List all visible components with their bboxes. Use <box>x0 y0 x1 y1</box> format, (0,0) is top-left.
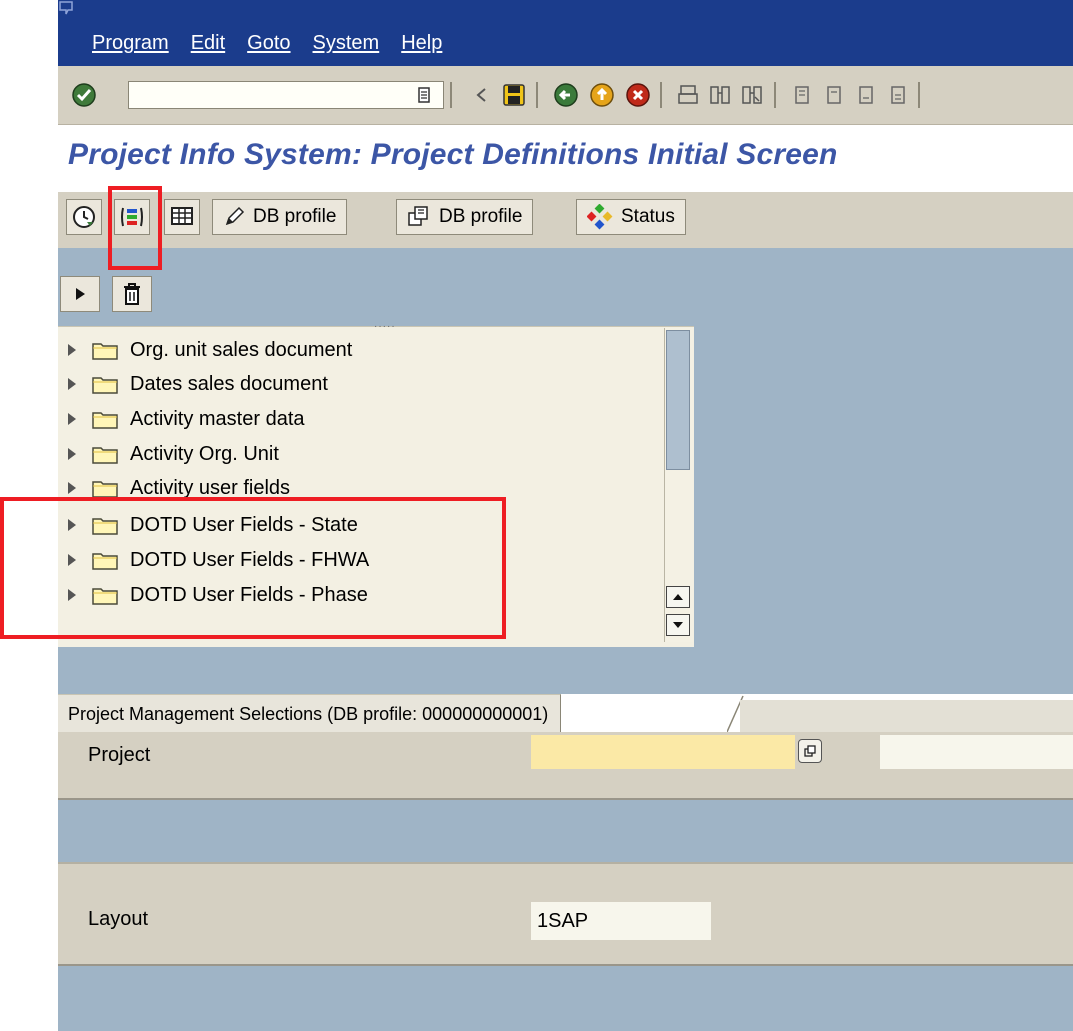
execute-clock-icon <box>73 206 95 228</box>
layout-input[interactable]: 1SAP <box>531 902 711 940</box>
execute-button[interactable] <box>66 199 102 235</box>
selections-tab[interactable]: Project Management Selections (DB profil… <box>58 694 562 733</box>
command-field[interactable] <box>128 81 444 109</box>
scroll-up-icon <box>673 594 683 600</box>
expand-node-icon[interactable] <box>68 378 76 390</box>
print-icon[interactable] <box>674 81 702 109</box>
tree-node-label: Activity master data <box>130 407 305 430</box>
project-label: Project <box>88 744 151 766</box>
previous-page-icon[interactable] <box>820 81 848 109</box>
save-icon[interactable] <box>500 81 528 109</box>
cancel-icon[interactable] <box>624 81 652 109</box>
expand-node-icon[interactable] <box>68 448 76 460</box>
toolbar-separator <box>774 82 776 108</box>
menu-bar: Program Edit Goto System Help <box>58 0 1073 66</box>
resize-handle[interactable]: ····· <box>374 321 396 332</box>
tree-node-label: Org. unit sales document <box>130 338 353 361</box>
standard-toolbar <box>58 66 1073 125</box>
project-input[interactable] <box>531 735 795 769</box>
folder-icon <box>92 412 118 429</box>
back-icon[interactable] <box>552 81 580 109</box>
project-to-input[interactable] <box>880 735 1073 769</box>
menu-system[interactable]: System <box>313 32 380 55</box>
trash-icon <box>124 283 140 305</box>
field-selection-button[interactable] <box>164 199 200 235</box>
selections-header-fill <box>740 700 1073 732</box>
toolbar-separator <box>450 82 452 108</box>
menu-help[interactable]: Help <box>401 32 442 55</box>
back-arrow-icon[interactable] <box>468 81 496 109</box>
enter-check-icon[interactable] <box>70 81 98 109</box>
expand-button[interactable] <box>60 276 100 312</box>
folder-icon <box>92 447 118 464</box>
expand-node-icon[interactable] <box>68 413 76 425</box>
scroll-up-button[interactable] <box>666 586 690 608</box>
folder-icon <box>92 481 118 498</box>
first-page-icon[interactable] <box>788 81 816 109</box>
tree-node[interactable]: Dates sales document <box>68 367 328 401</box>
folder-icon <box>92 343 118 360</box>
layout-label: Layout <box>88 908 149 930</box>
change-db-profile-button[interactable]: DB profile <box>212 199 348 235</box>
find-next-icon[interactable] <box>738 81 766 109</box>
multiple-selection-icon <box>804 745 816 757</box>
tree-node-label: Dates sales document <box>130 372 328 395</box>
folder-icon <box>92 377 118 394</box>
tree-scrollbar-thumb[interactable] <box>666 330 690 470</box>
scroll-down-button[interactable] <box>666 614 690 636</box>
toolbar-separator <box>918 82 920 108</box>
pencil-icon <box>225 206 245 226</box>
tree-node[interactable]: Activity Org. Unit <box>68 437 279 471</box>
menu-edit[interactable]: Edit <box>191 32 225 55</box>
scroll-down-icon <box>673 622 683 628</box>
menu-items: Program Edit Goto System Help <box>92 32 442 55</box>
tree-node[interactable]: Activity master data <box>68 402 305 436</box>
toolbar-separator <box>536 82 538 108</box>
menu-program[interactable]: Program <box>92 32 169 55</box>
db-profile-copy-icon <box>408 206 428 226</box>
page-title: Project Info System: Project Definitions… <box>68 138 838 171</box>
status-label: Status <box>621 206 675 227</box>
status-button[interactable]: Status <box>576 199 686 235</box>
find-icon[interactable] <box>706 81 734 109</box>
toolbar-separator <box>660 82 662 108</box>
multiple-selection-button[interactable] <box>798 739 822 763</box>
next-page-icon[interactable] <box>852 81 880 109</box>
status-diamond-icon <box>587 204 613 230</box>
delete-button[interactable] <box>112 276 152 312</box>
tree-node-label: Activity Org. Unit <box>130 442 279 465</box>
application-toolbar: DB profile DB profile Status <box>58 192 1073 248</box>
exit-icon[interactable] <box>588 81 616 109</box>
expand-node-icon[interactable] <box>68 344 76 356</box>
table-grid-icon <box>171 207 193 225</box>
play-arrow-icon <box>76 288 85 300</box>
tree-node[interactable]: Org. unit sales document <box>68 333 352 367</box>
db-profile-label-1: DB profile <box>253 206 337 227</box>
db-profile-label-2: DB profile <box>439 206 523 227</box>
expand-node-icon[interactable] <box>68 482 76 494</box>
db-profile-button[interactable]: DB profile <box>396 199 534 235</box>
dropdown-icon[interactable] <box>410 81 438 109</box>
highlight-layout-button <box>108 186 162 270</box>
last-page-icon[interactable] <box>884 81 912 109</box>
window-menu-icon[interactable] <box>58 0 80 22</box>
menu-goto[interactable]: Goto <box>247 32 290 55</box>
highlight-dotd-fields <box>0 497 506 639</box>
